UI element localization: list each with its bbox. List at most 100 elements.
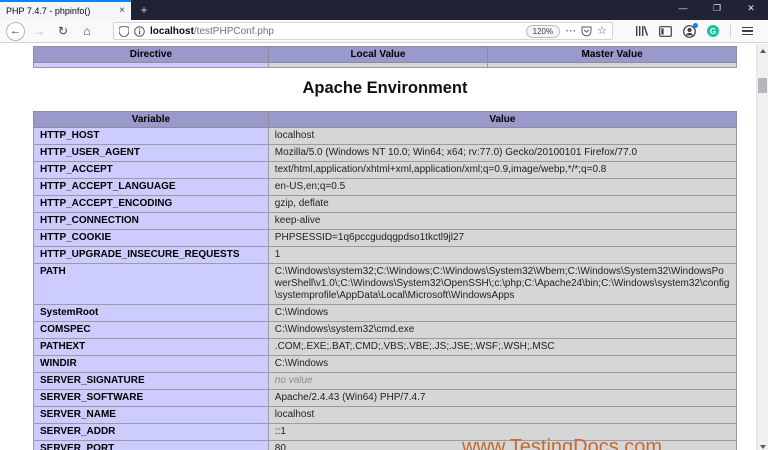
site-info-icon[interactable] <box>134 25 145 37</box>
value-cell: Apache/2.4.43 (Win64) PHP/7.4.7 <box>267 389 738 407</box>
table-row: HTTP_COOKIE PHPSESSID=1q6pccgudqgpdso1tkc… <box>33 229 738 247</box>
column-header: Directive <box>33 46 269 63</box>
table-row: HTTP_UPGRADE_INSECURE_REQUESTS 1 <box>33 246 738 264</box>
browser-tab[interactable]: PHP 7.4.7 - phpinfo() × <box>0 0 131 20</box>
value-cell: C:\Windows <box>267 304 738 322</box>
table-row: HTTP_ACCEPT_ENCODING gzip, deflate <box>33 195 738 213</box>
zoom-level-indicator[interactable]: 120% <box>525 24 561 38</box>
value-cell: en-US,en;q=0.5 <box>267 178 738 196</box>
close-button[interactable]: ✕ <box>734 0 768 16</box>
library-icon[interactable] <box>635 25 648 37</box>
table-row: HTTP_ACCEPT_LANGUAGE en-US,en;q=0.5 <box>33 178 738 196</box>
menu-icon[interactable] <box>742 26 753 36</box>
variable-cell: HTTP_HOST <box>33 127 269 145</box>
scroll-up-arrow[interactable] <box>759 49 766 53</box>
variable-cell: HTTP_ACCEPT <box>33 161 269 179</box>
table-row: PATHEXT .COM;.EXE;.BAT;.CMD;.VBS;.VBE;.JS… <box>33 338 738 356</box>
window-controls: — ❐ ✕ <box>666 0 768 16</box>
value-cell: gzip, deflate <box>267 195 738 213</box>
back-button[interactable]: ← <box>6 21 25 41</box>
table-row: HTTP_USER_AGENT Mozilla/5.0 (Windows NT 1… <box>33 144 738 162</box>
column-header: Value <box>267 111 738 128</box>
table-row: SERVER_NAME localhost <box>33 406 738 424</box>
table-row: SERVER_PORT 80 <box>33 440 738 450</box>
variable-cell: SERVER_SIGNATURE <box>33 372 269 390</box>
url-path: /testPHPConf.php <box>193 25 274 37</box>
variable-cell: SERVER_PORT <box>33 440 269 450</box>
table-row: PATH C:\Windows\system32;C:\Windows;C:\Wi… <box>33 263 738 305</box>
value-cell: C:\Windows <box>267 355 738 373</box>
column-header: Master Value <box>487 46 737 63</box>
bookmark-star-icon[interactable]: ☆ <box>597 25 607 37</box>
scrollbar-thumb[interactable] <box>758 78 767 93</box>
table-row: SystemRoot C:\Windows <box>33 304 738 322</box>
page-content: Directive Local Value Master Value Apach… <box>0 44 756 450</box>
value-cell: .COM;.EXE;.BAT;.CMD;.VBS;.VBE;.JS;.JSE;.… <box>267 338 738 356</box>
navigation-toolbar: ← → ↻ ⌂ localhost/testPHPConf.php 120% ⋯… <box>0 20 768 43</box>
apache-env-table: Variable Value HTTP_HOST localhost HTTP_US… <box>33 111 738 450</box>
value-cell: C:\Windows\system32;C:\Windows;C:\Window… <box>267 263 738 305</box>
table-row: WINDIR C:\Windows <box>33 355 738 373</box>
account-icon[interactable] <box>683 22 698 38</box>
table-row: SERVER_SIGNATURE no value <box>33 372 738 390</box>
table-row: HTTP_HOST localhost <box>33 127 738 145</box>
home-button[interactable]: ⌂ <box>77 22 97 40</box>
column-header: Local Value <box>267 46 489 63</box>
pocket-icon[interactable] <box>581 26 592 37</box>
address-bar[interactable]: localhost/testPHPConf.php 120% ⋯ ☆ <box>113 22 613 40</box>
variable-cell: HTTP_UPGRADE_INSECURE_REQUESTS <box>33 246 269 264</box>
variable-cell: SERVER_ADDR <box>33 423 269 441</box>
value-cell: keep-alive <box>267 212 738 230</box>
value-cell: C:\Windows\system32\cmd.exe <box>267 321 738 339</box>
value-cell: Mozilla/5.0 (Windows NT 10.0; Win64; x64… <box>267 144 738 162</box>
table-row: HTTP_ACCEPT text/html,application/xhtml+x… <box>33 161 738 179</box>
value-cell: ::1 <box>267 423 738 441</box>
variable-cell: HTTP_COOKIE <box>33 229 269 247</box>
value-cell: localhost <box>267 127 738 145</box>
value-cell: no value <box>267 372 738 390</box>
variable-cell: HTTP_ACCEPT_ENCODING <box>33 195 269 213</box>
column-header: Variable <box>33 111 269 128</box>
value-cell: 1 <box>267 246 738 264</box>
directives-table-partial: Directive Local Value Master Value <box>33 46 737 68</box>
variable-cell: WINDIR <box>33 355 269 373</box>
variable-cell: HTTP_CONNECTION <box>33 212 269 230</box>
toolbar-right-icons: G <box>635 22 753 38</box>
table-row-clipped <box>33 62 737 68</box>
new-tab-button[interactable]: + <box>131 0 157 20</box>
tab-close-icon[interactable]: × <box>119 6 125 16</box>
shield-icon[interactable] <box>119 25 129 37</box>
reload-button[interactable]: ↻ <box>53 22 73 40</box>
maximize-button[interactable]: ❐ <box>700 0 734 16</box>
sidebars-icon[interactable] <box>659 25 672 37</box>
value-cell: text/html,application/xhtml+xml,applicat… <box>267 161 738 179</box>
table-row: HTTP_CONNECTION keep-alive <box>33 212 738 230</box>
browser-titlebar: PHP 7.4.7 - phpinfo() × + — ❐ ✕ <box>0 0 768 20</box>
table-row: COMSPEC C:\Windows\system32\cmd.exe <box>33 321 738 339</box>
variable-cell: HTTP_USER_AGENT <box>33 144 269 162</box>
table-row: SERVER_SOFTWARE Apache/2.4.43 (Win64) PHP… <box>33 389 738 407</box>
variable-cell: PATHEXT <box>33 338 269 356</box>
value-cell: localhost <box>267 406 738 424</box>
url-host: localhost <box>150 25 194 37</box>
toolbar-separator <box>730 24 731 38</box>
variable-cell: SERVER_NAME <box>33 406 269 424</box>
variable-cell: HTTP_ACCEPT_LANGUAGE <box>33 178 269 196</box>
variable-cell: COMSPEC <box>33 321 269 339</box>
grammarly-extension-icon[interactable]: G <box>707 25 719 37</box>
vertical-scrollbar[interactable] <box>756 44 768 450</box>
apache-env-table-body: HTTP_HOST localhost HTTP_USER_AGENT Mozilla… <box>33 127 738 450</box>
forward-button[interactable]: → <box>29 22 49 40</box>
variable-cell: PATH <box>33 263 269 305</box>
table-row: SERVER_ADDR::1 <box>33 423 738 441</box>
variable-cell: SystemRoot <box>33 304 269 322</box>
account-notification-dot <box>693 22 698 28</box>
page-actions-icon[interactable]: ⋯ <box>565 25 576 37</box>
variable-cell: SERVER_SOFTWARE <box>33 389 269 407</box>
value-cell: 80 <box>267 440 738 450</box>
page-title: Apache Environment <box>302 79 468 97</box>
minimize-button[interactable]: — <box>666 0 700 16</box>
scroll-down-arrow[interactable] <box>759 445 766 449</box>
tab-title: PHP 7.4.7 - phpinfo() <box>6 6 91 16</box>
url-text[interactable]: localhost/testPHPConf.php <box>150 26 521 37</box>
